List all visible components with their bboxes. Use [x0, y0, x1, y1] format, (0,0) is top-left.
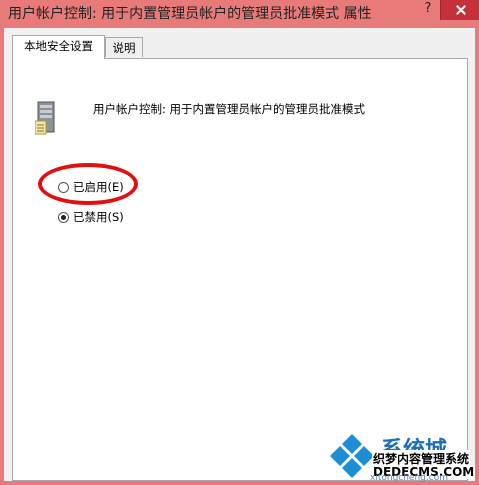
enabled-option[interactable]: 已启用(E) — [58, 179, 124, 195]
disabled-option[interactable]: 已禁用(S) — [58, 209, 124, 225]
disabled-radio[interactable] — [58, 212, 69, 223]
enabled-radio[interactable] — [58, 182, 69, 193]
watermark: 系统城 织梦内容管理系统 DEDECMS.COM xitongcheng.com — [324, 428, 479, 485]
help-button[interactable]: ? — [418, 0, 438, 20]
window-title: 用户帐户控制: 用于内置管理员帐户的管理员批准模式 属性 — [8, 6, 372, 22]
dialog-client-area: 本地安全设置 说明 用户帐户控制: 用于内置管理员帐户的管理员批准模式 已启用(… — [4, 28, 475, 481]
watermark-url: xitongcheng.com — [370, 473, 448, 483]
enabled-label: 已启用(E) — [73, 180, 124, 194]
title-bar[interactable]: 用户帐户控制: 用于内置管理员帐户的管理员批准模式 属性 ? — [0, 0, 479, 26]
policy-name: 用户帐户控制: 用于内置管理员帐户的管理员批准模式 — [93, 102, 366, 116]
server-icon — [35, 101, 55, 135]
disabled-label: 已禁用(S) — [73, 210, 124, 224]
tab-panel: 用户帐户控制: 用于内置管理员帐户的管理员批准模式 已启用(E) 已禁用(S) — [12, 58, 468, 481]
close-button[interactable] — [440, 0, 479, 20]
tab-local-security-setting[interactable]: 本地安全设置 — [12, 35, 105, 59]
tab-explain[interactable]: 说明 — [105, 37, 143, 57]
